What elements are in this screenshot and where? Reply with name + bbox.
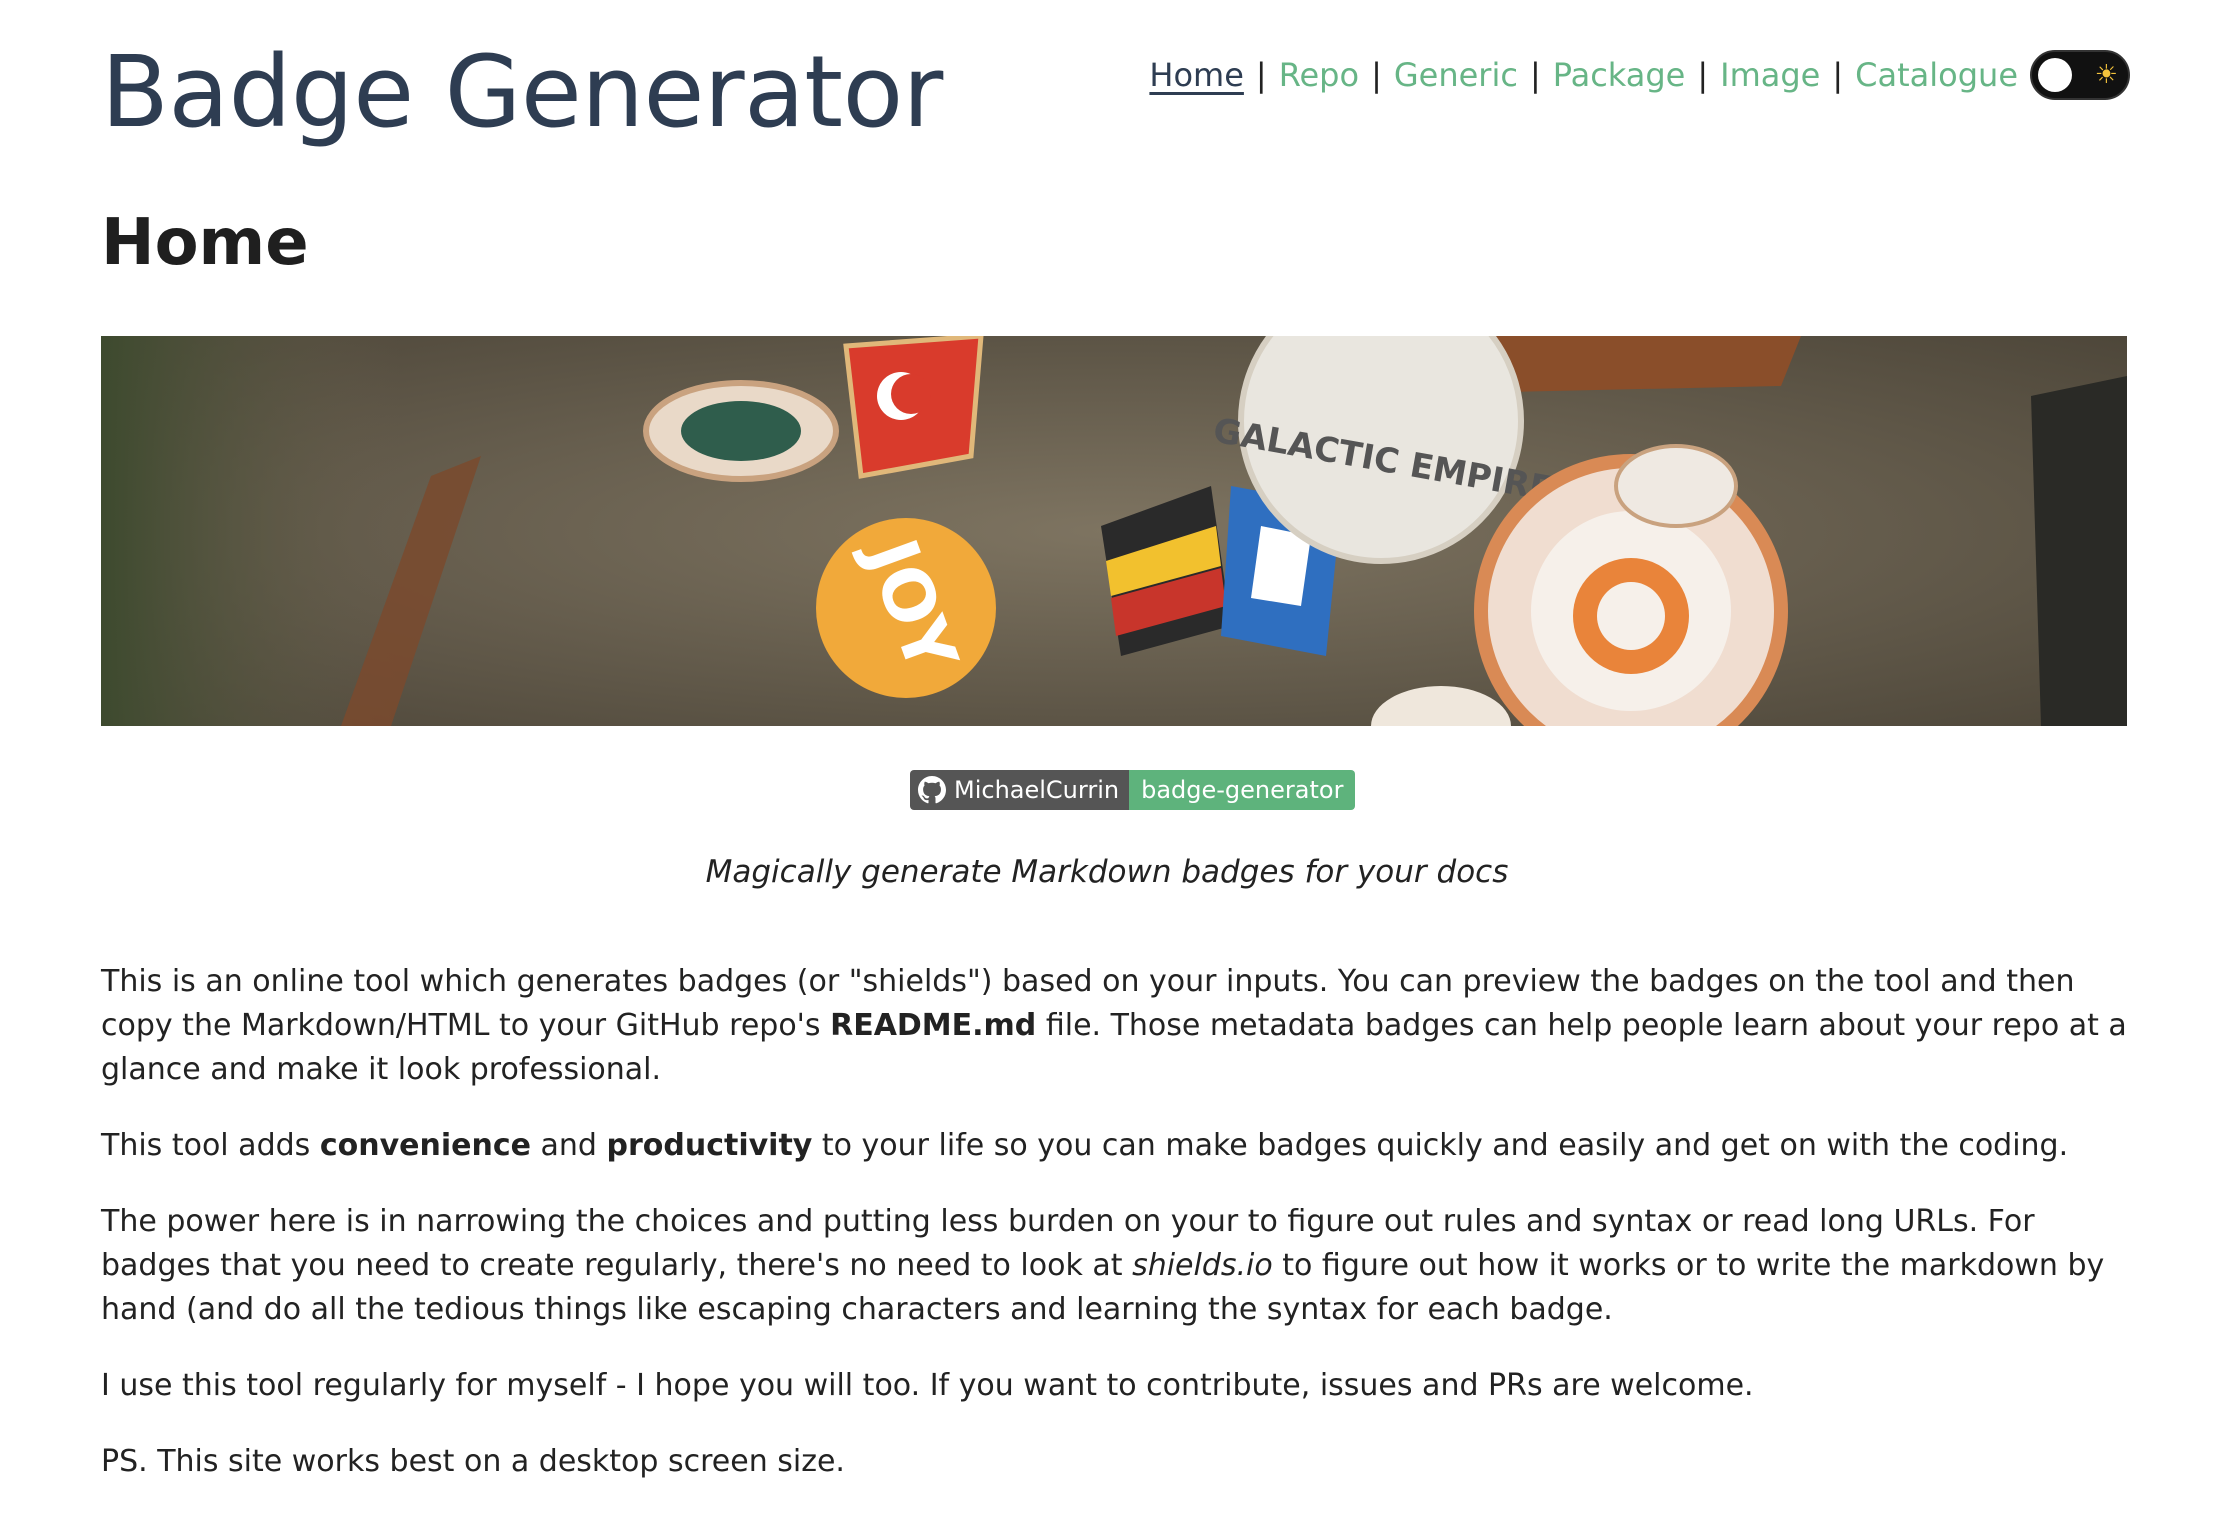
- sun-icon: ☀: [2094, 60, 2118, 90]
- site-title: Badge Generator: [101, 35, 943, 150]
- nav-separator: |: [1255, 56, 1267, 94]
- nav-link-repo[interactable]: Repo: [1279, 56, 1359, 94]
- hero-image: JOY GALACTIC EMPIRE: [101, 336, 2127, 726]
- repo-badge[interactable]: MichaelCurrin badge-generator: [910, 770, 1356, 810]
- nav-separator: |: [1832, 56, 1844, 94]
- intro-paragraph-2: This tool adds convenience and productiv…: [101, 1124, 2131, 1168]
- theme-toggle[interactable]: ☀: [2030, 50, 2130, 100]
- nav-link-home[interactable]: Home: [1149, 56, 1244, 94]
- nav-link-catalogue[interactable]: Catalogue: [1855, 56, 2018, 94]
- readme-filename: README.md: [830, 1008, 1037, 1043]
- badge-right-label: badge-generator: [1129, 770, 1356, 810]
- github-icon: [918, 776, 946, 804]
- page-heading: Home: [101, 206, 309, 280]
- nav-separator: |: [1697, 56, 1709, 94]
- main-nav: Home | Repo | Generic | Package | Image …: [1149, 50, 2130, 100]
- text-run: This tool adds: [101, 1128, 320, 1163]
- nav-link-package[interactable]: Package: [1553, 56, 1686, 94]
- intro-content: This is an online tool which generates b…: [101, 960, 2131, 1516]
- badge-left-label: MichaelCurrin: [954, 776, 1120, 804]
- intro-paragraph-1: This is an online tool which generates b…: [101, 960, 2131, 1092]
- intro-paragraph-4: I use this tool regularly for myself - I…: [101, 1368, 1754, 1403]
- badge-left-segment: MichaelCurrin: [910, 770, 1130, 810]
- intro-paragraph-5: PS. This site works best on a desktop sc…: [101, 1444, 845, 1479]
- shields-io-reference: shields.io: [1132, 1248, 1273, 1283]
- nav-link-image[interactable]: Image: [1720, 56, 1820, 94]
- toggle-knob: [2038, 58, 2072, 92]
- tagline: Magically generate Markdown badges for y…: [705, 854, 1509, 890]
- nav-link-generic[interactable]: Generic: [1394, 56, 1518, 94]
- page: Badge Generator Home | Repo | Generic | …: [0, 0, 2214, 1516]
- text-run: and: [530, 1128, 607, 1163]
- bold-productivity: productivity: [606, 1128, 813, 1163]
- pins-on-bag-illustration: JOY GALACTIC EMPIRE: [101, 336, 2127, 726]
- nav-separator: |: [1529, 56, 1541, 94]
- bold-convenience: convenience: [319, 1128, 531, 1163]
- intro-paragraph-3: The power here is in narrowing the choic…: [101, 1200, 2131, 1332]
- text-run: to your life so you can make badges quic…: [812, 1128, 2069, 1163]
- nav-separator: |: [1371, 56, 1382, 94]
